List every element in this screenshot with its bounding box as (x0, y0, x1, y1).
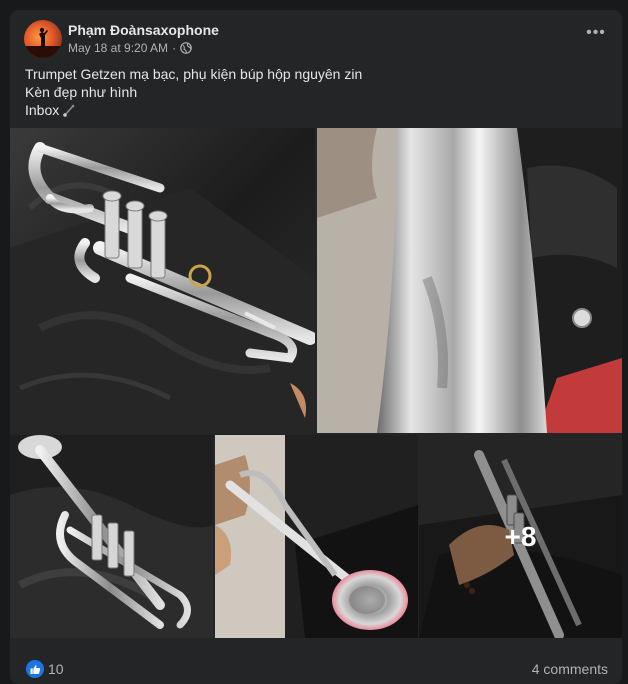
feed-post: Phạm Đoànsaxophone May 18 at 9:20 AM · •… (10, 10, 622, 684)
author-name[interactable]: Phạm Đoànsaxophone (68, 22, 219, 38)
photo-1[interactable] (10, 128, 315, 433)
post-meta: May 18 at 9:20 AM · (68, 41, 192, 55)
photo-5[interactable]: +8 (419, 435, 622, 638)
author-avatar[interactable] (24, 20, 62, 58)
more-photos-count: +8 (504, 520, 537, 552)
photo-2[interactable] (317, 128, 622, 433)
caption-line-2: Kèn đẹp như hình (25, 84, 138, 100)
post-header: Phạm Đoànsaxophone May 18 at 9:20 AM · •… (10, 10, 622, 65)
photo-grid: +8 (10, 128, 622, 640)
more-photos-overlay[interactable]: +8 (419, 435, 622, 638)
globe-icon (180, 42, 192, 54)
music-note-icon (62, 103, 76, 117)
photo-4[interactable] (215, 435, 418, 638)
caption-inbox: Inbox (25, 102, 60, 118)
post-footer: 10 4 comments (10, 640, 622, 684)
reaction-count[interactable]: 10 (48, 660, 64, 678)
caption-line-3: Inbox (25, 101, 605, 119)
like-icon[interactable] (26, 660, 44, 678)
post-timestamp[interactable]: May 18 at 9:20 AM (68, 41, 168, 55)
caption-line-1: Trumpet Getzen mạ bạc, phụ kiện búp hộp … (25, 66, 363, 82)
photo-3[interactable] (10, 435, 213, 638)
post-caption: Trumpet Getzen mạ bạc, phụ kiện búp hộp … (25, 65, 605, 119)
more-options-icon[interactable]: ••• (584, 25, 608, 46)
comments-count[interactable]: 4 comments (532, 660, 608, 678)
meta-separator: · (172, 41, 177, 55)
